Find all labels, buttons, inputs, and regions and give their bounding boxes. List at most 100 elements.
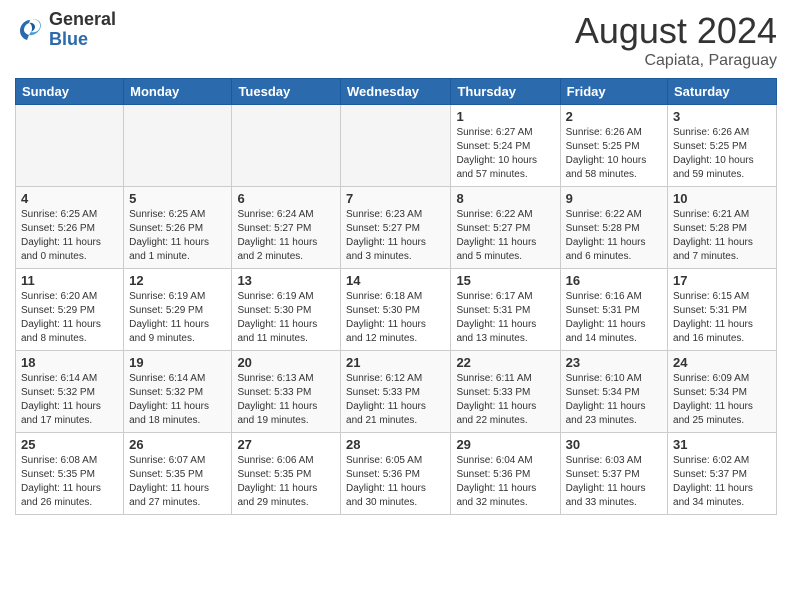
sunset-text: Sunset: 5:25 PM bbox=[673, 140, 771, 154]
sunset-text: Sunset: 5:33 PM bbox=[456, 386, 554, 400]
calendar-cell: 4 Sunrise: 6:25 AMSunset: 5:26 PMDaylight… bbox=[16, 187, 124, 269]
calendar-week-3: 18Sunrise: 6:14 AMSunset: 5:32 PMDayligh… bbox=[16, 351, 777, 433]
day-number: 2 bbox=[566, 109, 662, 124]
sunset-text: Sunset: 5:30 PM bbox=[346, 304, 445, 318]
sunset-text: Sunset: 5:31 PM bbox=[566, 304, 662, 318]
day-number: 18 bbox=[21, 355, 118, 370]
calendar-cell: 29Sunrise: 6:04 AMSunset: 5:36 PMDayligh… bbox=[451, 433, 560, 515]
sunrise-text: Sunrise: 6:04 AM bbox=[456, 454, 554, 468]
calendar-cell: 9Sunrise: 6:22 AMSunset: 5:28 PMDaylight… bbox=[560, 187, 667, 269]
sunrise-text: Sunrise: 6:05 AM bbox=[346, 454, 445, 468]
daylight-text: and 23 minutes. bbox=[566, 414, 662, 428]
header-monday: Monday bbox=[124, 79, 232, 105]
sunset-text: Sunset: 5:31 PM bbox=[673, 304, 771, 318]
sunset-text: Sunset: 5:27 PM bbox=[346, 222, 445, 236]
calendar-week-2: 11Sunrise: 6:20 AMSunset: 5:29 PMDayligh… bbox=[16, 269, 777, 351]
daylight-text: Daylight: 11 hours bbox=[566, 318, 662, 332]
day-info: Sunrise: 6:18 AMSunset: 5:30 PMDaylight:… bbox=[346, 290, 445, 346]
daylight-text: and 11 minutes. bbox=[237, 332, 335, 346]
sunset-text: Sunset: 5:28 PM bbox=[566, 222, 662, 236]
day-number: 6 bbox=[237, 191, 335, 206]
calendar-cell: 5Sunrise: 6:25 AMSunset: 5:26 PMDaylight… bbox=[124, 187, 232, 269]
sunset-text: Sunset: 5:34 PM bbox=[673, 386, 771, 400]
header-saturday: Saturday bbox=[668, 79, 777, 105]
sunrise-text: Sunrise: 6:02 AM bbox=[673, 454, 771, 468]
day-number: 24 bbox=[673, 355, 771, 370]
calendar-cell: 20Sunrise: 6:13 AMSunset: 5:33 PMDayligh… bbox=[232, 351, 341, 433]
calendar-cell: 10Sunrise: 6:21 AMSunset: 5:28 PMDayligh… bbox=[668, 187, 777, 269]
day-number: 26 bbox=[129, 437, 226, 452]
sunset-text: Sunset: 5:35 PM bbox=[237, 468, 335, 482]
day-info: Sunrise: 6:02 AMSunset: 5:37 PMDaylight:… bbox=[673, 454, 771, 510]
daylight-text: and 8 minutes. bbox=[21, 332, 118, 346]
sunrise-text: Sunrise: 6:21 AM bbox=[673, 208, 771, 222]
day-number: 27 bbox=[237, 437, 335, 452]
daylight-text: and 57 minutes. bbox=[456, 168, 554, 182]
title-area: August 2024 Capiata, Paraguay bbox=[575, 10, 777, 70]
sunrise-text: Sunrise: 6:22 AM bbox=[456, 208, 554, 222]
calendar-cell: 14Sunrise: 6:18 AMSunset: 5:30 PMDayligh… bbox=[341, 269, 451, 351]
daylight-text: Daylight: 11 hours bbox=[673, 400, 771, 414]
sunrise-text: Sunrise: 6:07 AM bbox=[129, 454, 226, 468]
daylight-text: and 2 minutes. bbox=[237, 250, 335, 264]
day-number: 25 bbox=[21, 437, 118, 452]
daylight-text: Daylight: 11 hours bbox=[21, 236, 118, 250]
sunset-text: Sunset: 5:37 PM bbox=[566, 468, 662, 482]
day-info: Sunrise: 6:19 AMSunset: 5:30 PMDaylight:… bbox=[237, 290, 335, 346]
header-tuesday: Tuesday bbox=[232, 79, 341, 105]
location: Capiata, Paraguay bbox=[575, 52, 777, 70]
calendar-week-1: 4Sunrise: 6:25 AMSunset: 5:26 PMDaylight… bbox=[16, 187, 777, 269]
day-number: 5 bbox=[129, 191, 226, 206]
daylight-text: and 18 minutes. bbox=[129, 414, 226, 428]
daylight-text: and 14 minutes. bbox=[566, 332, 662, 346]
daylight-text: and 22 minutes. bbox=[456, 414, 554, 428]
sunset-text: Sunset: 5:35 PM bbox=[129, 468, 226, 482]
daylight-text: Daylight: 10 hours bbox=[456, 154, 554, 168]
daylight-text: Daylight: 11 hours bbox=[21, 400, 118, 414]
day-number: 21 bbox=[346, 355, 445, 370]
day-number: 1 bbox=[456, 109, 554, 124]
calendar-cell: 31 Sunrise: 6:02 AMSunset: 5:37 PMDayligh… bbox=[668, 433, 777, 515]
calendar-cell: 11Sunrise: 6:20 AMSunset: 5:29 PMDayligh… bbox=[16, 269, 124, 351]
daylight-text: Daylight: 11 hours bbox=[566, 482, 662, 496]
calendar-week-0: 1 Sunrise: 6:27 AMSunset: 5:24 PMDaylight… bbox=[16, 105, 777, 187]
daylight-text: and 59 minutes. bbox=[673, 168, 771, 182]
daylight-text: and 19 minutes. bbox=[237, 414, 335, 428]
daylight-text: and 1 minute. bbox=[129, 250, 226, 264]
day-info: Sunrise: 6:26 AMSunset: 5:25 PMDaylight:… bbox=[673, 126, 771, 182]
sunrise-text: Sunrise: 6:14 AM bbox=[21, 372, 118, 386]
daylight-text: Daylight: 11 hours bbox=[237, 482, 335, 496]
calendar-cell: 13Sunrise: 6:19 AMSunset: 5:30 PMDayligh… bbox=[232, 269, 341, 351]
sunrise-text: Sunrise: 6:12 AM bbox=[346, 372, 445, 386]
month-year: August 2024 bbox=[575, 10, 777, 52]
day-info: Sunrise: 6:08 AMSunset: 5:35 PMDaylight:… bbox=[21, 454, 118, 510]
daylight-text: and 3 minutes. bbox=[346, 250, 445, 264]
day-number: 4 bbox=[21, 191, 118, 206]
day-info: Sunrise: 6:15 AMSunset: 5:31 PMDaylight:… bbox=[673, 290, 771, 346]
sunset-text: Sunset: 5:36 PM bbox=[346, 468, 445, 482]
day-number: 23 bbox=[566, 355, 662, 370]
sunset-text: Sunset: 5:26 PM bbox=[21, 222, 118, 236]
header-friday: Friday bbox=[560, 79, 667, 105]
calendar-cell: 6Sunrise: 6:24 AMSunset: 5:27 PMDaylight… bbox=[232, 187, 341, 269]
calendar-cell: 24 Sunrise: 6:09 AMSunset: 5:34 PMDayligh… bbox=[668, 351, 777, 433]
calendar-cell bbox=[232, 105, 341, 187]
daylight-text: Daylight: 11 hours bbox=[237, 318, 335, 332]
day-info: Sunrise: 6:26 AMSunset: 5:25 PMDaylight:… bbox=[566, 126, 662, 182]
daylight-text: Daylight: 11 hours bbox=[566, 236, 662, 250]
day-number: 31 bbox=[673, 437, 771, 452]
daylight-text: Daylight: 11 hours bbox=[346, 482, 445, 496]
day-number: 7 bbox=[346, 191, 445, 206]
sunrise-text: Sunrise: 6:20 AM bbox=[21, 290, 118, 304]
daylight-text: and 29 minutes. bbox=[237, 496, 335, 510]
sunset-text: Sunset: 5:37 PM bbox=[673, 468, 771, 482]
calendar-cell: 25 Sunrise: 6:08 AMSunset: 5:35 PMDayligh… bbox=[16, 433, 124, 515]
day-info: Sunrise: 6:27 AMSunset: 5:24 PMDaylight:… bbox=[456, 126, 554, 182]
logo-blue: Blue bbox=[49, 30, 116, 50]
sunrise-text: Sunrise: 6:25 AM bbox=[21, 208, 118, 222]
day-info: Sunrise: 6:09 AMSunset: 5:34 PMDaylight:… bbox=[673, 372, 771, 428]
day-info: Sunrise: 6:05 AMSunset: 5:36 PMDaylight:… bbox=[346, 454, 445, 510]
sunrise-text: Sunrise: 6:03 AM bbox=[566, 454, 662, 468]
calendar-cell: 1 Sunrise: 6:27 AMSunset: 5:24 PMDaylight… bbox=[451, 105, 560, 187]
sunrise-text: Sunrise: 6:19 AM bbox=[129, 290, 226, 304]
